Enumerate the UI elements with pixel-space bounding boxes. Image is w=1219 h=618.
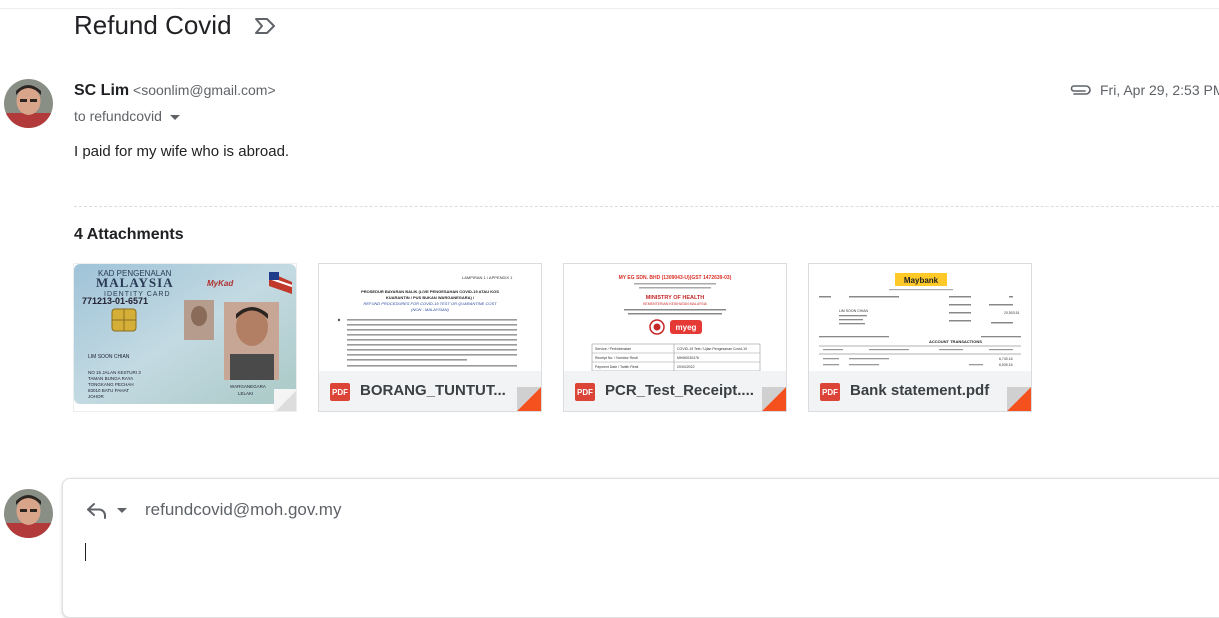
pcr-row2-value: MHM0030476	[677, 356, 699, 360]
attachments-divider	[74, 206, 1219, 207]
attachments-header: 4 Attachments	[74, 226, 184, 243]
borang-subtitle-2: (NON - MALAYSIAN)	[411, 307, 449, 312]
bank-balance: 20,503.51	[1004, 311, 1020, 315]
pdf-icon: PDF	[330, 383, 350, 401]
email-body: I paid for my wife who is abroad.	[74, 143, 290, 160]
pcr-ministry: MINISTRY OF HEALTH	[646, 295, 705, 301]
attachment-name: BORANG_TUNTUT...	[360, 382, 506, 399]
attachment-pcr-receipt-pdf[interactable]: MY EG SDN. BHD (1309043-U)(GST 1472639-0…	[563, 263, 787, 412]
corner-fold-icon	[517, 387, 541, 411]
chevron-down-icon[interactable]	[117, 508, 127, 513]
top-divider	[0, 8, 1219, 9]
pcr-logo: myeg	[676, 323, 697, 332]
chevron-down-icon[interactable]	[169, 114, 180, 120]
sender-email: <soonlim@gmail.com>	[133, 82, 276, 98]
bank-amount-1: 6,740.16	[999, 357, 1013, 361]
attachment-ic-image[interactable]: KAD PENGENALAN MALAYSIA IDENTITY CARD My…	[73, 263, 297, 412]
ic-number: 771213-01-6571	[82, 296, 148, 306]
pcr-row2-label: Receipt No. / Nombor Resit	[595, 356, 638, 360]
attachment-borang-pdf[interactable]: LAMPIRAN 1 / APPENDIX 1 PROSEDUR BAYARAN…	[318, 263, 542, 412]
reply-icon[interactable]	[86, 501, 108, 519]
reply-compose-box[interactable]	[62, 478, 1219, 618]
pcr-header: MY EG SDN. BHD (1309043-U)(GST 1472639-0…	[619, 275, 732, 281]
pcr-row1-value: COVID-19 Test / Ujian Pengesanan Covid-1…	[677, 347, 747, 351]
text-cursor	[85, 543, 86, 561]
ic-address-1: NO 15 JALAN KESTURI 3	[88, 370, 141, 375]
attachment-bar: PDF Bank statement.pdf	[809, 371, 1031, 411]
ic-address-5: JOHOR	[88, 394, 105, 399]
bank-logo: Maybank	[904, 276, 939, 285]
pdf-icon: PDF	[575, 383, 595, 401]
pcr-row3-label: Payment Date / Tarikh Resit	[595, 365, 638, 369]
user-avatar[interactable]	[4, 489, 53, 538]
corner-fold-icon	[762, 387, 786, 411]
ic-holder-name: LIM SOON CHIAN	[88, 354, 130, 360]
email-date: Fri, Apr 29, 2:53 PM	[1100, 82, 1219, 98]
pcr-row1-label: Service / Perkhidmatan	[595, 347, 631, 351]
corner-fold-icon	[1007, 387, 1031, 411]
attachment-name: Bank statement.pdf	[850, 382, 990, 399]
borang-ref: LAMPIRAN 1 / APPENDIX 1	[462, 275, 513, 280]
recipient-line[interactable]: to refundcovid	[74, 108, 180, 124]
bank-preview: Maybank LIM SOON CHIAN 20,503.51 ACCOUNT…	[809, 264, 1031, 371]
ic-logo: MyKad	[207, 279, 234, 288]
attachment-bar: PDF PCR_Test_Receipt....	[564, 371, 786, 411]
borang-preview: LAMPIRAN 1 / APPENDIX 1 PROSEDUR BAYARAN…	[319, 264, 541, 371]
ic-address-3: TONGKANG PECHAH	[88, 382, 134, 387]
borang-subtitle-1: REFUND PROCEDURES FOR COVID-19 TEST OR Q…	[363, 301, 497, 306]
pdf-icon: PDF	[820, 383, 840, 401]
ic-address-4: 83010 BATU PAHAT	[88, 388, 129, 393]
ic-country: MALAYSIA	[96, 275, 174, 290]
attachment-clip-icon	[1070, 85, 1091, 95]
ic-card-preview: KAD PENGENALAN MALAYSIA IDENTITY CARD My…	[74, 264, 296, 411]
reply-recipient[interactable]: refundcovid@moh.gov.my	[145, 500, 341, 520]
attachment-bar: PDF BORANG_TUNTUT...	[319, 371, 541, 411]
ic-citizenship: WARGANEGARA	[230, 384, 266, 389]
attachment-bank-statement-pdf[interactable]: Maybank LIM SOON CHIAN 20,503.51 ACCOUNT…	[808, 263, 1032, 412]
email-subject: Refund Covid	[74, 10, 232, 40]
bank-section-title: ACCOUNT TRANSACTIONS	[929, 339, 982, 344]
bank-customer: LIM SOON CHIAN	[839, 309, 868, 313]
sender-line: SC Lim <soonlim@gmail.com>	[74, 82, 276, 100]
pcr-ministry-sub: KEMENTERIAN KESIHATAN MALAYSIA	[643, 302, 707, 306]
ic-gender: LELAKI	[238, 391, 253, 396]
sender-avatar[interactable]	[4, 79, 53, 128]
label-icon[interactable]	[254, 16, 276, 36]
pcr-row3-value: 20/04/2022	[677, 365, 695, 369]
attachment-name: PCR_Test_Receipt....	[605, 382, 754, 399]
ic-address-2: TAMAN BUNGA RAYA	[88, 376, 133, 381]
pcr-preview: MY EG SDN. BHD (1309043-U)(GST 1472639-0…	[564, 264, 786, 371]
sender-name[interactable]: SC Lim	[74, 82, 129, 99]
recipient-text: to refundcovid	[74, 108, 162, 124]
borang-title-1: PROSEDUR BAYARAN BALIK (LIVE PENGESAHAN …	[361, 289, 499, 294]
bank-amount-2: 6,539.16	[999, 363, 1013, 367]
borang-title-2: KUARANTIN / PUS BUKAN WARGANEGARA) /	[386, 295, 475, 300]
